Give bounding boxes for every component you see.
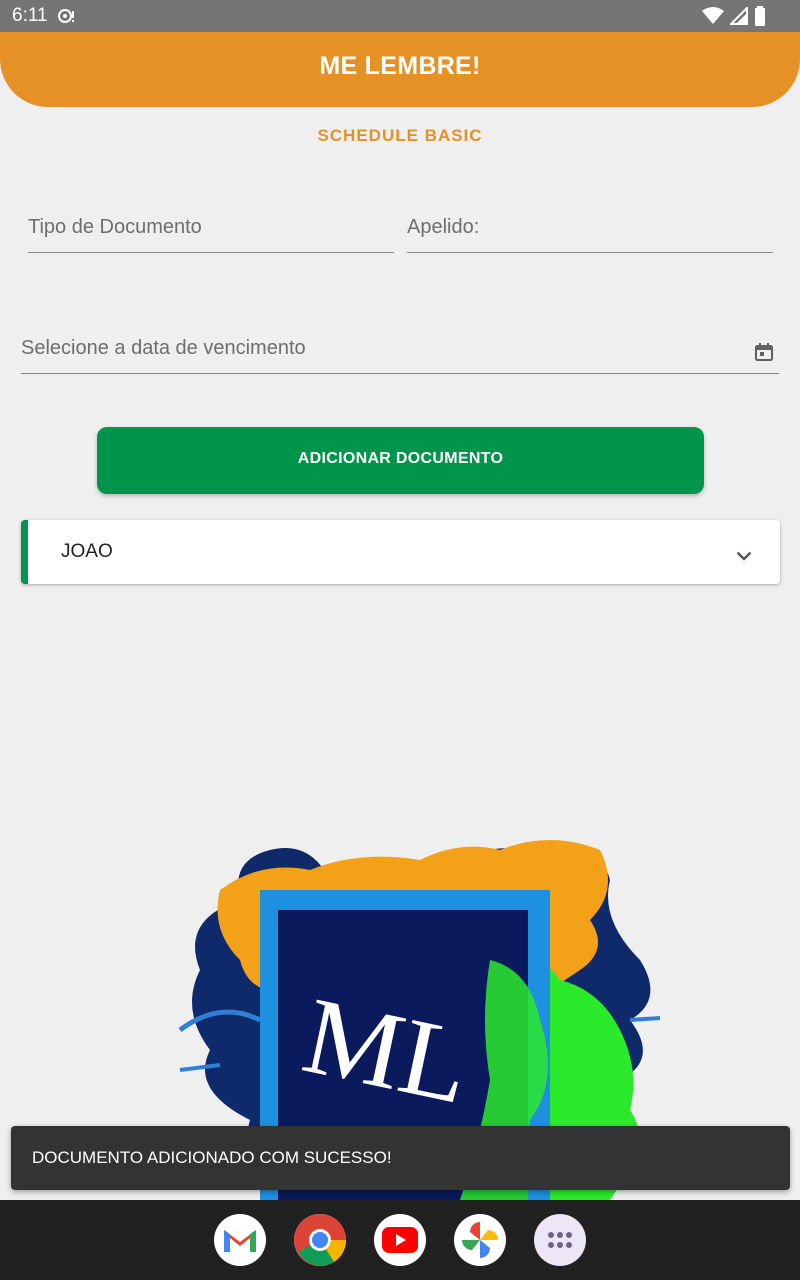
document-list-item[interactable]: JOAO	[21, 520, 780, 584]
due-date-field[interactable]: Selecione a data de vencimento	[21, 329, 779, 374]
battery-icon	[754, 6, 766, 31]
add-document-button[interactable]: ADICIONAR DOCUMENTO	[97, 427, 704, 494]
status-bar: 6:11	[0, 0, 800, 32]
wifi-icon	[702, 7, 724, 30]
chrome-icon[interactable]	[294, 1214, 346, 1266]
gmail-icon[interactable]	[214, 1214, 266, 1266]
app-drawer-icon[interactable]	[534, 1214, 586, 1266]
photos-icon[interactable]	[454, 1214, 506, 1266]
snackbar: DOCUMENTO ADICIONADO COM SUCESSO!	[11, 1126, 790, 1190]
snackbar-message: DOCUMENTO ADICIONADO COM SUCESSO!	[32, 1148, 392, 1167]
app-title: ME LEMBRE!	[319, 52, 481, 80]
nickname-field[interactable]: Apelido:	[407, 208, 773, 253]
chevron-down-icon[interactable]	[736, 548, 752, 566]
app-subtitle: SCHEDULE BASIC	[317, 126, 483, 145]
nickname-label: Apelido:	[407, 216, 480, 238]
cell-signal-icon	[728, 5, 748, 30]
youtube-icon[interactable]	[374, 1214, 426, 1266]
app-header: ME LEMBRE!	[0, 32, 800, 107]
app-dock	[0, 1200, 800, 1280]
calendar-icon[interactable]	[755, 343, 773, 366]
due-date-label: Selecione a data de vencimento	[21, 337, 306, 359]
status-time: 6:11	[12, 5, 48, 26]
document-item-label: JOAO	[61, 541, 113, 562]
document-type-field[interactable]: Tipo de Documento	[28, 208, 394, 253]
data-saver-icon	[58, 8, 76, 29]
document-type-label: Tipo de Documento	[28, 216, 202, 238]
